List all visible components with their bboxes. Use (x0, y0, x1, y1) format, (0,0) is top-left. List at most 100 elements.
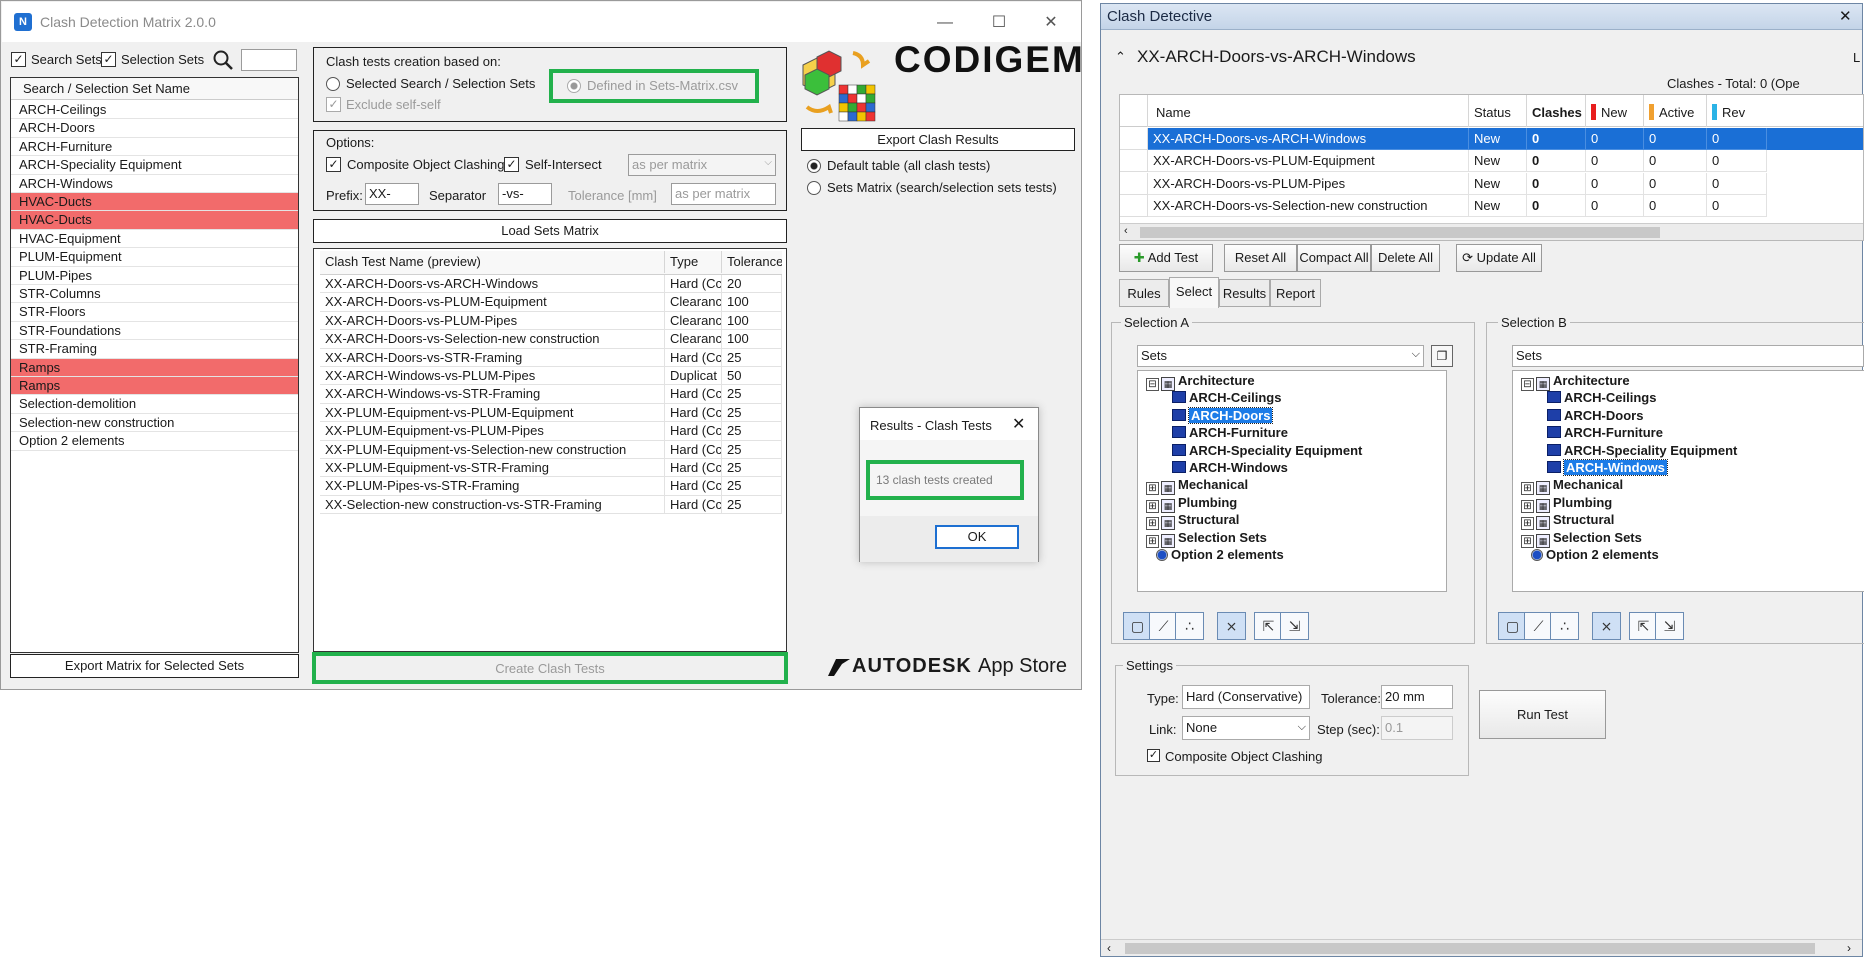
tree-node-set[interactable]: ARCH-Speciality Equipment (1172, 443, 1362, 458)
tab-rules[interactable]: Rules (1119, 279, 1169, 307)
set-list-item[interactable]: PLUM-Pipes (11, 267, 298, 285)
tree-node-set[interactable]: ARCH-Doors (1547, 408, 1643, 423)
load-sets-matrix-button[interactable]: Load Sets Matrix (313, 219, 787, 243)
export-clash-results-button[interactable]: Export Clash Results (801, 128, 1075, 151)
tree-node-group[interactable]: ⊞ ▦ Selection Sets (1521, 530, 1642, 548)
set-list-item[interactable]: ARCH-Windows (11, 175, 298, 193)
surfaces-icon[interactable]: ▢ (1498, 612, 1527, 640)
tree-node-group[interactable]: ⊞ ▦ Plumbing (1521, 495, 1612, 513)
composite-object-checkbox[interactable]: ✓ (1147, 749, 1160, 762)
add-test-button[interactable]: ✚ Add Test (1119, 244, 1213, 272)
self-intersect-icon[interactable]: ⨯ (1592, 612, 1621, 640)
tree-node-group[interactable]: ⊞ ▦ Plumbing (1146, 495, 1237, 513)
grid-header-new[interactable]: New (1586, 95, 1644, 127)
sets-matrix-radio[interactable] (807, 181, 821, 195)
default-table-radio[interactable] (807, 159, 821, 173)
lines-icon[interactable]: ⟋ (1149, 612, 1178, 640)
tree-node-set[interactable]: ARCH-Ceilings (1172, 390, 1281, 405)
run-test-button[interactable]: Run Test (1479, 690, 1606, 739)
create-clash-tests-button[interactable]: Create Clash Tests (316, 658, 784, 680)
minimize-button[interactable]: — (930, 10, 960, 36)
select-in-scene-icon[interactable]: ⇲ (1280, 612, 1309, 640)
tree-node-set[interactable]: ARCH-Windows (1172, 460, 1288, 475)
maximize-button[interactable]: ☐ (984, 10, 1014, 36)
set-list-item[interactable]: ARCH-Ceilings (11, 101, 298, 120)
type-select[interactable]: Hard (Conservative)⌵ (1182, 685, 1310, 709)
tree-node-group[interactable]: ⊞ ▦ Structural (1521, 512, 1614, 531)
scroll-left-icon[interactable]: ‹ (1124, 225, 1128, 237)
set-list-item[interactable]: Ramps (11, 358, 298, 377)
set-list-item[interactable]: HVAC-Ducts (11, 211, 298, 230)
export-matrix-button[interactable]: Export Matrix for Selected Sets (10, 654, 299, 678)
tree-node-group[interactable]: ⊞ ▦ Mechanical (1521, 477, 1623, 496)
test-row[interactable]: XX-ARCH-Doors-vs-PLUM-Pipes New 0 0 0 0 (1120, 172, 1863, 195)
step-input[interactable]: 0.1 (1381, 716, 1453, 740)
tree-node-option[interactable]: Option 2 elements (1156, 547, 1284, 562)
points-icon[interactable]: ∴ (1550, 612, 1579, 640)
tree-node-set[interactable]: ARCH-Speciality Equipment (1547, 443, 1737, 458)
delete-all-button[interactable]: Delete All (1371, 244, 1440, 272)
collapse-chevron-icon[interactable]: ⌃ (1115, 49, 1126, 65)
grid-header-status[interactable]: Status (1469, 95, 1527, 127)
self-intersect-icon[interactable]: ⨯ (1217, 612, 1246, 640)
set-list-item[interactable]: ARCH-Speciality Equipment (11, 156, 298, 175)
test-row[interactable]: XX-ARCH-Doors-vs-ARCH-Windows New 0 0 0 0 (1120, 128, 1863, 150)
select-in-scene-icon[interactable]: ⇲ (1655, 612, 1684, 640)
use-current-selection-icon[interactable]: ⇱ (1254, 612, 1283, 640)
panel-horizontal-scrollbar[interactable]: ‹ › (1101, 939, 1862, 956)
scroll-left-icon[interactable]: ‹ (1107, 941, 1111, 955)
update-all-button[interactable]: ⟳ Update All (1456, 244, 1542, 272)
set-list-item[interactable]: HVAC-Equipment (11, 230, 298, 249)
use-current-selection-icon[interactable]: ⇱ (1629, 612, 1658, 640)
scrollbar-thumb[interactable] (1140, 227, 1660, 238)
tree-node-set[interactable]: ARCH-Windows (1547, 459, 1668, 476)
surfaces-icon[interactable]: ▢ (1123, 612, 1152, 640)
set-list-item[interactable]: STR-Framing (11, 340, 298, 359)
close-button[interactable]: ✕ (1036, 10, 1066, 36)
self-intersect-checkbox[interactable]: ✓ (504, 157, 519, 172)
test-row[interactable]: XX-ARCH-Doors-vs-PLUM-Equipment New 0 0 0 0 (1120, 150, 1863, 173)
grid-horizontal-scrollbar[interactable]: ‹ (1120, 223, 1863, 240)
panel-close-icon[interactable]: ✕ (1839, 7, 1852, 25)
selection-a-options-icon[interactable]: ❐ (1431, 345, 1453, 367)
dialog-close-icon[interactable]: ✕ (1012, 414, 1025, 434)
set-list-item[interactable]: HVAC-Ducts (11, 193, 298, 212)
dialog-ok-button[interactable]: OK (935, 525, 1019, 549)
compact-all-button[interactable]: Compact All (1297, 244, 1371, 272)
tree-node-set[interactable]: ARCH-Furniture (1172, 425, 1288, 440)
separator-input[interactable]: -vs- (498, 183, 552, 205)
search-icon[interactable] (212, 49, 234, 71)
set-list-item[interactable]: STR-Foundations (11, 322, 298, 341)
grid-header-rev[interactable]: Rev (1707, 95, 1767, 127)
tree-node-group[interactable]: ⊞ ▦ Selection Sets (1146, 530, 1267, 548)
set-list-item[interactable]: Ramps (11, 377, 298, 396)
set-list-item[interactable]: STR-Columns (11, 285, 298, 304)
set-list-item[interactable]: PLUM-Equipment (11, 248, 298, 267)
search-sets-checkbox[interactable]: ✓ (11, 52, 26, 67)
tree-node-architecture[interactable]: ⊟ ▦ Architecture (1521, 373, 1630, 391)
defined-matrix-radio[interactable] (567, 79, 581, 93)
tree-node-architecture[interactable]: ⊟ ▦ Architecture (1146, 373, 1255, 391)
tree-node-set[interactable]: ARCH-Furniture (1547, 425, 1663, 440)
lines-icon[interactable]: ⟋ (1524, 612, 1553, 640)
tolerance-input[interactable]: as per matrix (671, 183, 776, 205)
scroll-right-icon[interactable]: › (1847, 941, 1851, 955)
tree-node-set[interactable]: ARCH-Ceilings (1547, 390, 1656, 405)
set-list-item[interactable]: Selection-demolition (11, 395, 298, 414)
selection-b-dropdown[interactable]: Sets (1512, 345, 1864, 367)
tree-node-set[interactable]: ARCH-Doors (1172, 406, 1274, 424)
tree-node-option[interactable]: Option 2 elements (1531, 547, 1659, 562)
tab-select[interactable]: Select (1169, 277, 1219, 308)
points-icon[interactable]: ∴ (1175, 612, 1204, 640)
selection-sets-checkbox[interactable]: ✓ (101, 52, 116, 67)
tree-node-group[interactable]: ⊞ ▦ Mechanical (1146, 477, 1248, 496)
set-list-item[interactable]: STR-Floors (11, 303, 298, 322)
grid-header-active[interactable]: Active (1644, 95, 1707, 127)
set-list-item[interactable]: ARCH-Furniture (11, 138, 298, 157)
grid-header-clashes[interactable]: Clashes (1527, 95, 1586, 127)
tab-results[interactable]: Results (1219, 279, 1270, 307)
link-select[interactable]: None ⌵ (1182, 716, 1310, 740)
set-list-item[interactable]: ARCH-Doors (11, 119, 298, 138)
composite-checkbox[interactable]: ✓ (326, 157, 341, 172)
exclude-self-checkbox[interactable]: ✓ (326, 97, 341, 112)
